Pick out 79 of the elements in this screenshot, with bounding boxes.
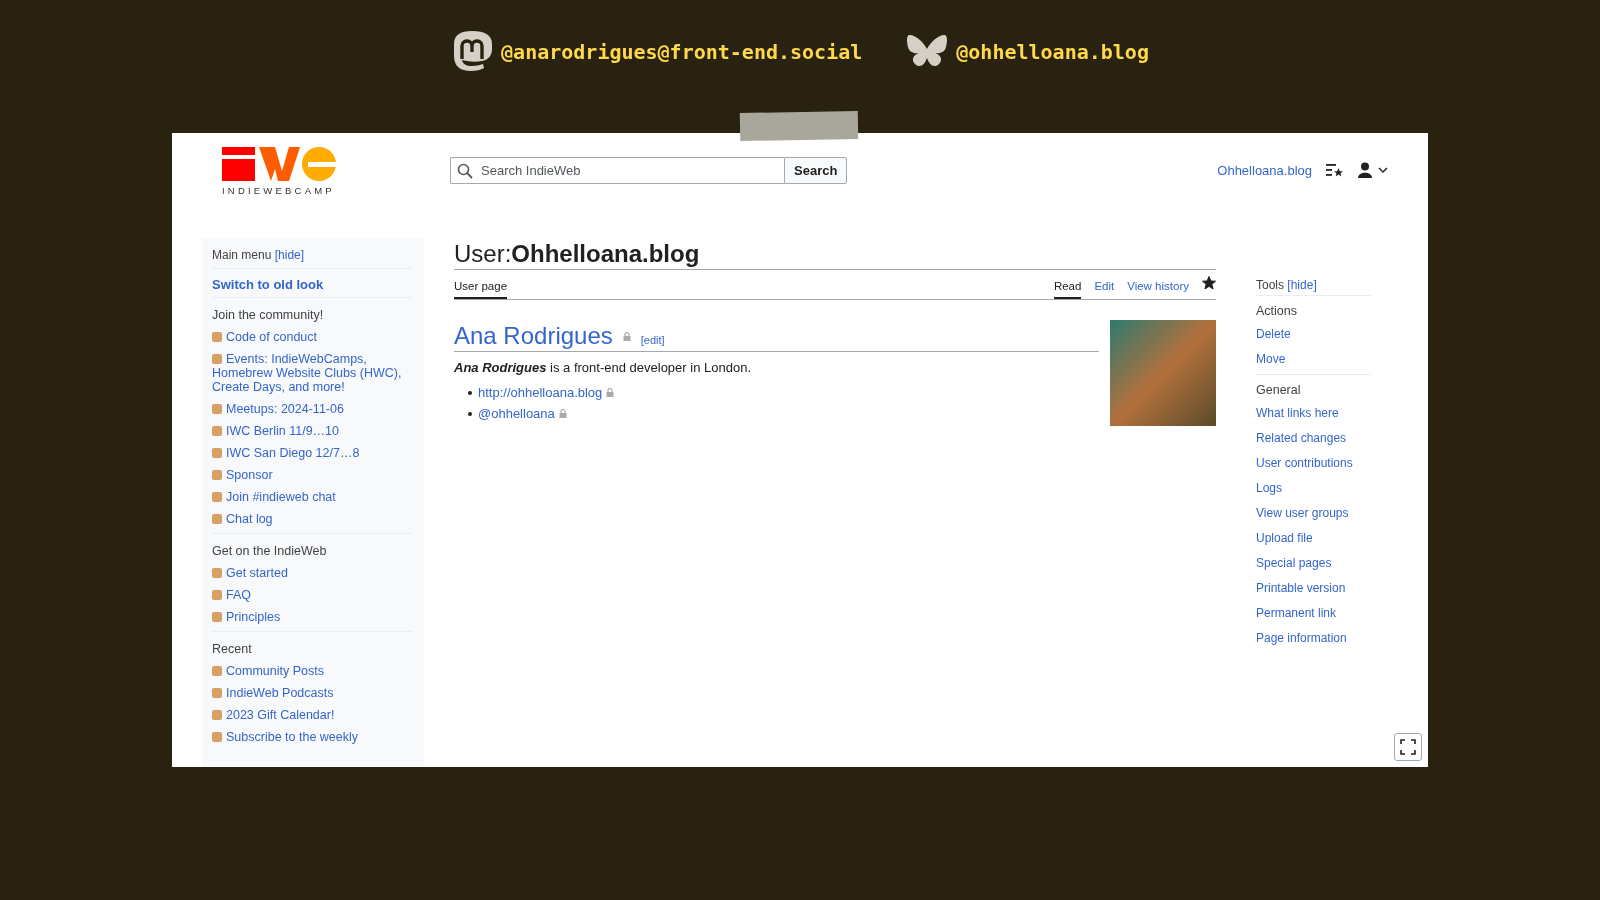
tool-link[interactable]: Page information (1256, 626, 1371, 651)
page-tab[interactable]: Edit (1094, 272, 1115, 299)
search-button[interactable]: Search (784, 157, 848, 184)
tool-link[interactable]: Upload file (1256, 526, 1371, 551)
emoji-icon (212, 492, 222, 502)
hide-link[interactable]: [hide] (1287, 278, 1317, 292)
page-tab[interactable]: User page (454, 272, 508, 299)
page-title: User:Ohhelloana.blog (454, 238, 1216, 270)
menu-item[interactable]: Get started (212, 562, 412, 584)
menu-item[interactable]: IndieWeb Podcasts (212, 682, 412, 704)
emoji-icon (212, 666, 222, 676)
page-tab[interactable]: View history (1127, 272, 1189, 299)
lock-icon (558, 409, 567, 418)
lock-icon (606, 388, 615, 397)
user-menu-icon[interactable] (1358, 162, 1388, 178)
menu-item[interactable]: Subscribe to the weekly (212, 726, 412, 748)
search-field[interactable]: Search IndieWeb (450, 157, 784, 184)
external-link[interactable]: @ohhelloana (478, 406, 555, 421)
emoji-icon (212, 354, 222, 364)
watch-star-icon[interactable] (1202, 275, 1216, 290)
emoji-icon (212, 404, 222, 414)
edit-link[interactable]: [edit] (640, 334, 665, 346)
indiewebcamp-logo[interactable]: INDIEWEBCAMP (222, 147, 338, 196)
lock-icon (622, 331, 631, 341)
tool-link[interactable]: Permanent link (1256, 601, 1371, 626)
emoji-icon (212, 612, 222, 622)
tool-link[interactable]: User contributions (1256, 451, 1371, 476)
tool-link[interactable]: Printable version (1256, 576, 1371, 601)
tool-link[interactable]: View user groups (1256, 501, 1371, 526)
tool-link[interactable]: What links here (1256, 401, 1371, 426)
logo-text: INDIEWEBCAMP (222, 185, 336, 196)
section-heading: Join the community! (212, 307, 325, 324)
section-heading: Actions (1256, 303, 1298, 320)
tool-link[interactable]: Related changes (1256, 426, 1371, 451)
menu-item[interactable]: Chat log (212, 508, 412, 530)
emoji-icon (212, 710, 222, 720)
menu-item[interactable]: IWC San Diego 12/7…8 (212, 442, 412, 464)
section-heading: General (1256, 382, 1302, 399)
menu-item[interactable]: 2023 Gift Calendar! (212, 704, 412, 726)
emoji-icon (212, 514, 222, 524)
page-tab[interactable]: Read (1053, 272, 1082, 299)
social-handle[interactable]: @ohhelloana.blog (956, 40, 1149, 64)
section-heading: Ana Rodrigues (454, 322, 613, 350)
tool-link[interactable]: Delete (1256, 322, 1371, 347)
menu-item[interactable]: Community Posts (212, 660, 412, 682)
section-heading: Recent (212, 641, 253, 658)
menu-item[interactable]: Meetups: 2024-11-06 (212, 398, 412, 420)
emoji-icon (212, 470, 222, 480)
emoji-icon (212, 568, 222, 578)
social-handle[interactable]: @anarodrigues@front-end.social (501, 40, 863, 64)
emoji-icon (212, 590, 222, 600)
logo-icon (222, 147, 338, 181)
menu-item[interactable]: Events: IndieWebCamps, Homebrew Website Clubs (HWC), Create Days, and more! (212, 348, 412, 398)
tool-link[interactable]: Special pages (1256, 551, 1371, 576)
emoji-icon (212, 688, 222, 698)
hide-link[interactable]: [hide] (274, 248, 305, 262)
menu-item[interactable]: Sponsor (212, 464, 412, 486)
tool-link[interactable]: Move (1256, 347, 1371, 372)
menu-item[interactable]: Code of conduct (212, 326, 412, 348)
tool-link[interactable]: Logs (1256, 476, 1371, 501)
menu-item[interactable]: IWC Berlin 11/9…10 (212, 420, 412, 442)
user-link[interactable]: Ohhelloana.blog (1217, 162, 1312, 178)
menu-item[interactable]: FAQ (212, 584, 412, 606)
emoji-icon (212, 426, 222, 436)
section-heading: Get on the IndieWeb (212, 543, 328, 560)
switch-look-link[interactable]: Switch to old look (212, 275, 412, 294)
menu-item[interactable]: Join #indieweb chat (212, 486, 412, 508)
menu-title: Main menu (212, 248, 272, 262)
tools-title: Tools (1256, 278, 1284, 292)
fullscreen-icon (1400, 739, 1416, 755)
intro-text: Ana Rodrigues is a front-end developer in London. (454, 360, 752, 375)
external-link[interactable]: http://ohhelloana.blog (478, 385, 603, 400)
emoji-icon (212, 448, 222, 458)
menu-item[interactable]: Principles (212, 606, 412, 628)
emoji-icon (212, 732, 222, 742)
fullscreen-button[interactable] (1394, 733, 1422, 761)
emoji-icon (212, 332, 222, 342)
watchlist-icon[interactable] (1326, 163, 1344, 177)
mastodon-icon[interactable] (451, 30, 494, 74)
